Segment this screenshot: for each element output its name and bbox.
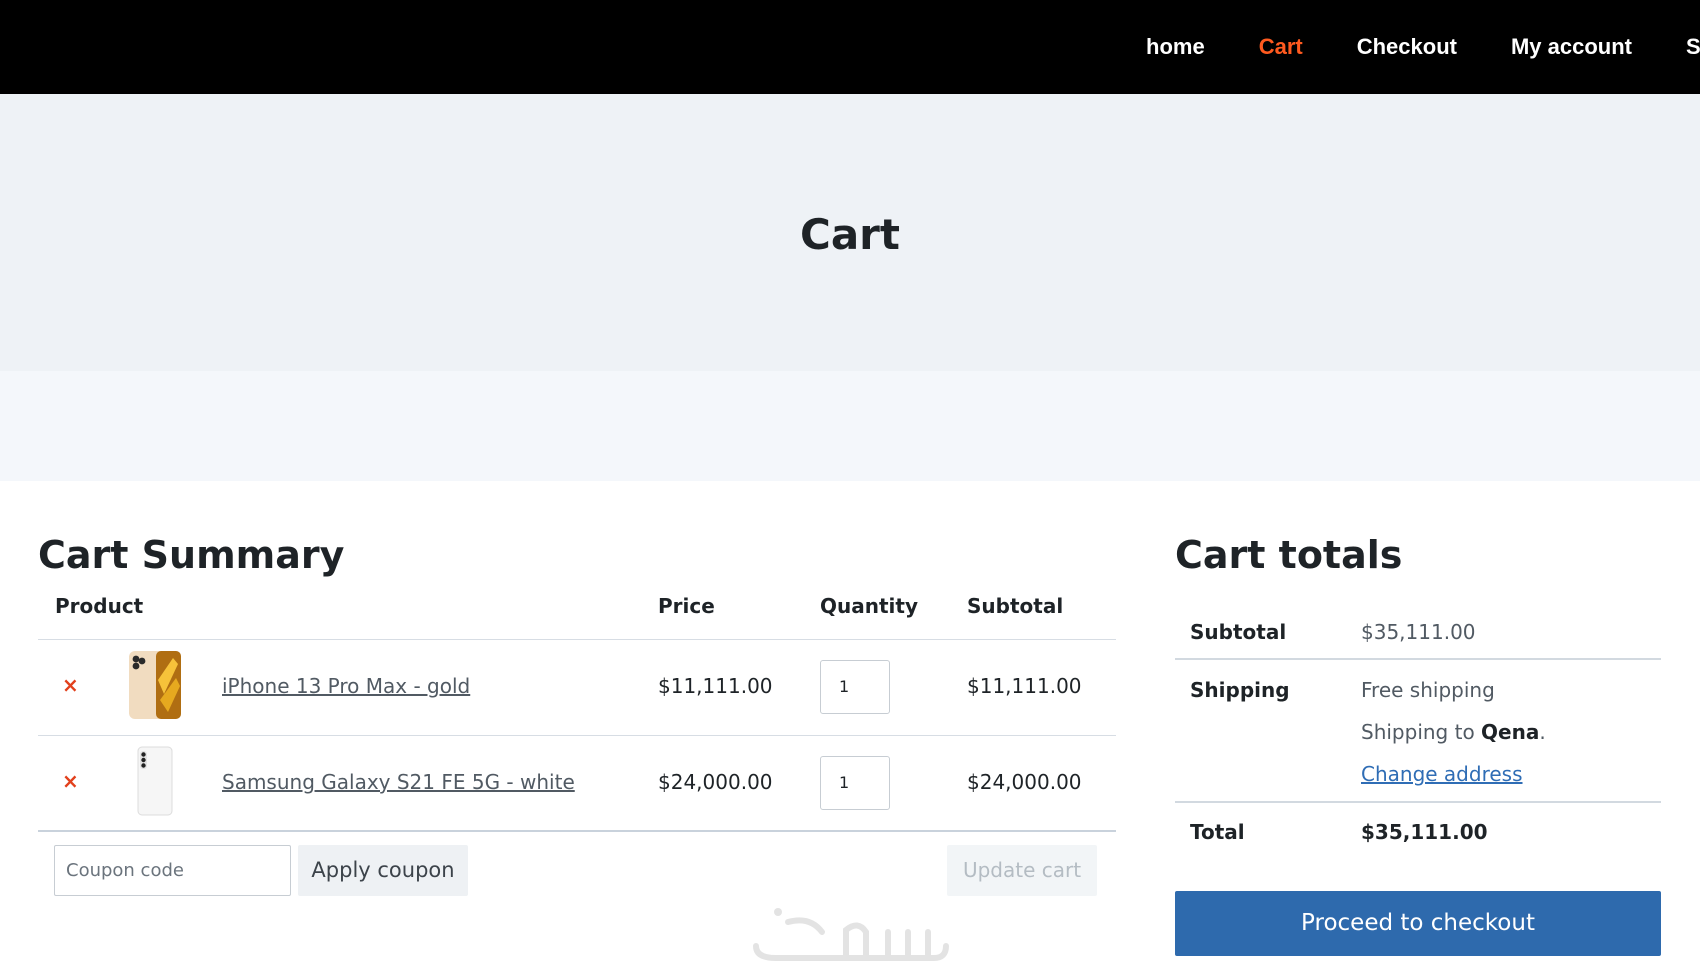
table-row: × Samsung Galaxy S21 FE 5G - white $24,0… bbox=[38, 736, 1116, 831]
page-hero: Cart bbox=[0, 94, 1700, 371]
totals-subtotal-label: Subtotal bbox=[1190, 620, 1287, 644]
table-row: × iPhone 13 Pro Max - gold $11,111.00 1 … bbox=[38, 640, 1116, 735]
remove-item-icon[interactable]: × bbox=[62, 769, 79, 793]
header-quantity: Quantity bbox=[820, 594, 918, 618]
product-price: $24,000.00 bbox=[658, 770, 773, 794]
quantity-input[interactable]: 1 bbox=[820, 660, 890, 714]
cart-summary-heading: Cart Summary bbox=[38, 533, 345, 577]
product-subtotal: $24,000.00 bbox=[967, 770, 1082, 794]
product-link[interactable]: Samsung Galaxy S21 FE 5G - white bbox=[222, 770, 575, 794]
coupon-code-input[interactable]: Coupon code bbox=[54, 845, 291, 896]
totals-total-value: $35,111.00 bbox=[1361, 820, 1488, 844]
totals-divider bbox=[1175, 801, 1661, 803]
main-menu: home Cart Checkout My account S bbox=[1146, 0, 1700, 94]
header-price: Price bbox=[658, 594, 715, 618]
totals-divider bbox=[1175, 658, 1661, 660]
top-navigation-bar: home Cart Checkout My account S bbox=[0, 0, 1700, 94]
shipping-destination: Shipping to Qena. bbox=[1361, 720, 1546, 744]
header-product: Product bbox=[55, 594, 144, 618]
nav-item-truncated[interactable]: S bbox=[1686, 34, 1700, 60]
totals-shipping-label: Shipping bbox=[1190, 678, 1290, 702]
change-address-link[interactable]: Change address bbox=[1361, 762, 1523, 786]
nav-my-account[interactable]: My account bbox=[1511, 34, 1632, 60]
apply-coupon-button[interactable]: Apply coupon bbox=[298, 845, 468, 896]
totals-subtotal-value: $35,111.00 bbox=[1361, 620, 1476, 644]
nav-checkout[interactable]: Checkout bbox=[1357, 34, 1457, 60]
product-subtotal: $11,111.00 bbox=[967, 674, 1082, 698]
totals-total-label: Total bbox=[1190, 820, 1245, 844]
hero-spacer-band bbox=[0, 371, 1700, 481]
quantity-input[interactable]: 1 bbox=[820, 756, 890, 810]
shipping-method: Free shipping bbox=[1361, 678, 1495, 702]
product-link[interactable]: iPhone 13 Pro Max - gold bbox=[222, 674, 470, 698]
shipping-to-place: Qena bbox=[1481, 720, 1540, 744]
cart-totals-heading: Cart totals bbox=[1175, 533, 1403, 577]
update-cart-button[interactable]: Update cart bbox=[947, 845, 1097, 896]
samsung-white-thumbnail[interactable] bbox=[128, 746, 182, 816]
shipping-to-suffix: . bbox=[1539, 720, 1546, 744]
header-subtotal: Subtotal bbox=[967, 594, 1064, 618]
shipping-to-prefix: Shipping to bbox=[1361, 720, 1482, 744]
remove-item-icon[interactable]: × bbox=[62, 673, 79, 697]
page-title: Cart bbox=[800, 210, 900, 259]
nav-home[interactable]: home bbox=[1146, 34, 1205, 60]
watermark-logo bbox=[753, 908, 949, 961]
iphone-gold-thumbnail[interactable] bbox=[128, 650, 182, 720]
product-price: $11,111.00 bbox=[658, 674, 773, 698]
proceed-to-checkout-button[interactable]: Proceed to checkout bbox=[1175, 891, 1661, 956]
table-bottom-divider bbox=[38, 830, 1116, 832]
nav-cart[interactable]: Cart bbox=[1259, 34, 1303, 60]
